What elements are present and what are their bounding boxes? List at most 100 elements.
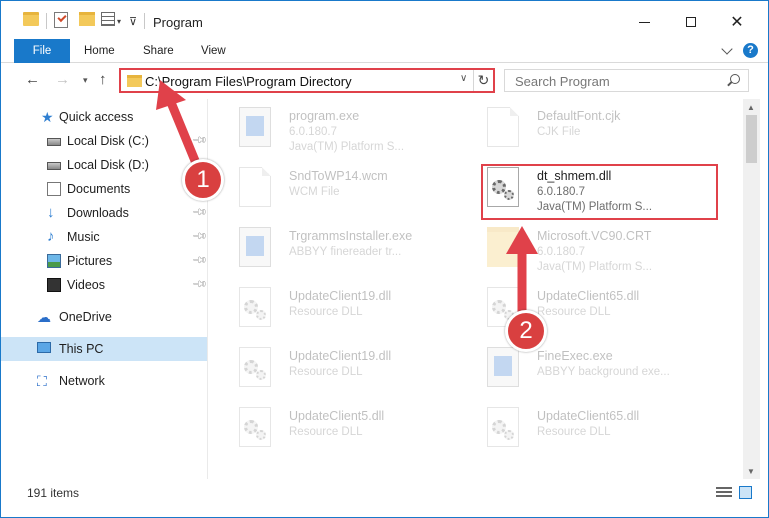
file-item-defaultfont-cjk[interactable]: DefaultFont.cjk CJK File [465, 101, 705, 157]
file-item-microsoft-vc90-crt[interactable]: Microsoft.VC90.CRT 6.0.180.7 Java(TM) Pl… [465, 221, 705, 277]
file-name: UpdateClient65.dll [537, 289, 640, 303]
file-item-program-exe[interactable]: program.exe 6.0.180.7 Java(TM) Platform … [217, 101, 457, 157]
file-item-updateclient19-dll[interactable]: UpdateClient19.dll Resource DLL [217, 281, 457, 337]
pin-icon: 📌︎ [190, 276, 208, 293]
sidebar-item-label: OneDrive [59, 310, 112, 324]
file-name: UpdateClient65.dll [537, 409, 640, 423]
sidebar-item-label: Local Disk (D:) [67, 158, 149, 172]
file-item-sndtowp14-wcm[interactable]: SndToWP14.wcm WCM File [217, 161, 457, 217]
sidebar-item-label: Documents [67, 182, 131, 196]
file-list: program.exe 6.0.180.7 Java(TM) Platform … [209, 99, 743, 461]
customize-quick-access-icon[interactable]: ⊽ [129, 12, 137, 30]
large-icons-view-icon[interactable] [739, 486, 752, 499]
sidebar-item-onedrive[interactable]: ☁ OneDrive [1, 305, 207, 329]
step-2-badge: 2 [505, 310, 547, 352]
file-item-fineexec-exe[interactable]: FineExec.exe ABBYY background exe... [465, 341, 705, 397]
gear-icon [256, 370, 266, 380]
sidebar-item-label: Pictures [67, 254, 113, 268]
folder-icon [487, 227, 519, 267]
file-item-updateclient65-dll[interactable]: UpdateClient65.dll Resource DLL [465, 401, 705, 457]
properties-icon[interactable] [101, 12, 115, 26]
exe-icon [239, 227, 271, 267]
refresh-icon[interactable]: ↻ [473, 70, 493, 91]
file-description: ABBYY finereader tr... [289, 246, 402, 258]
search-placeholder: Search Program [515, 74, 610, 89]
file-item-updateclient19-dll[interactable]: UpdateClient19.dll Resource DLL [217, 341, 457, 397]
sidebar-item-pictures[interactable]: Pictures 📌︎ [1, 249, 208, 273]
file-description: Java(TM) Platform S... [537, 261, 653, 273]
star-icon: ★ [41, 109, 54, 125]
sidebar-item-label: This PC [59, 342, 104, 356]
sidebar-item-music[interactable]: ♪ Music 📌︎ [1, 225, 208, 249]
minimize-button[interactable] [621, 7, 667, 37]
recent-locations-icon[interactable]: ▾ [83, 75, 88, 86]
up-arrow-icon[interactable]: ↑ [99, 71, 107, 88]
file-name: Microsoft.VC90.CRT [537, 229, 652, 243]
back-arrow-icon[interactable]: ← [25, 71, 40, 88]
pin-icon: 📌︎ [190, 252, 208, 269]
properties-check-icon[interactable] [54, 12, 68, 28]
file-name: UpdateClient19.dll [289, 289, 392, 303]
search-input[interactable]: Search Program [504, 69, 749, 92]
file-item-updateclient5-dll[interactable]: UpdateClient5.dll Resource DLL [217, 401, 457, 457]
sidebar-item-local-disk-c[interactable]: Local Disk (C:) 📌︎ [1, 129, 208, 153]
address-path[interactable]: C:\Program Files\Program Directory [145, 74, 352, 89]
chevron-down-icon[interactable]: ▾ [117, 12, 121, 30]
new-folder-icon[interactable] [79, 12, 95, 26]
file-type: Resource DLL [537, 426, 611, 438]
address-bar[interactable]: C:\Program Files\Program Directory ∨ ↻ [119, 68, 495, 93]
chevron-down-icon[interactable]: ∨ [460, 73, 467, 84]
sidebar-item-network[interactable]: ⛶ Network [1, 369, 207, 393]
gear-icon [256, 430, 266, 440]
sidebar-item-documents[interactable]: Documents 📌︎ [1, 177, 208, 201]
exe-icon [487, 347, 519, 387]
navigation-bar: ← → ▾ ↑ C:\Program Files\Program Directo… [1, 63, 768, 99]
pin-icon: 📌︎ [190, 132, 208, 149]
videos-icon [47, 278, 61, 292]
status-bar: 191 items [1, 479, 768, 517]
dll-gear-icon [487, 407, 519, 447]
vertical-scrollbar[interactable]: ▲ ▼ [743, 99, 760, 479]
sidebar-item-this-pc[interactable]: This PC [1, 337, 207, 361]
file-item-trgrammsinstaller-exe[interactable]: TrgrammsInstaller.exe ABBYY finereader t… [217, 221, 457, 277]
scroll-up-icon[interactable]: ▲ [747, 103, 755, 112]
sidebar-item-label: Music [67, 230, 100, 244]
pin-icon: 📌︎ [190, 228, 208, 245]
sidebar-item-downloads[interactable]: ↓ Downloads 📌︎ [1, 201, 208, 225]
expand-ribbon-icon[interactable] [721, 43, 733, 55]
item-count: 191 items [27, 486, 80, 500]
file-type: CJK File [537, 126, 581, 138]
window-title: Program [153, 15, 203, 30]
tab-view[interactable]: View [201, 39, 226, 63]
close-button[interactable]: ✕ [714, 7, 760, 37]
tab-home[interactable]: Home [84, 39, 115, 63]
details-view-icon[interactable] [716, 487, 732, 499]
help-icon[interactable]: ? [743, 43, 758, 58]
step-1-badge: 1 [182, 159, 224, 201]
document-icon [239, 167, 271, 207]
pictures-icon [47, 254, 61, 268]
file-version: 6.0.180.7 [289, 126, 337, 138]
dll-gear-icon [239, 347, 271, 387]
scroll-down-icon[interactable]: ▼ [747, 467, 755, 476]
tab-file[interactable]: File [14, 39, 70, 63]
gear-icon [256, 310, 266, 320]
sidebar-item-label: Videos [67, 278, 105, 292]
file-explorer-window: ▾ ⊽ Program ✕ File Home Share View ? ← →… [0, 0, 769, 518]
maximize-button[interactable] [668, 7, 714, 37]
file-item-updateclient65-dll[interactable]: UpdateClient65.dll Resource DLL [465, 281, 705, 337]
title-bar: ▾ ⊽ Program ✕ [1, 1, 768, 39]
close-icon: ✕ [730, 14, 744, 31]
document-icon [487, 107, 519, 147]
maximize-icon [686, 17, 696, 27]
sidebar-item-local-disk-d[interactable]: Local Disk (D:) [1, 153, 207, 177]
sidebar-item-videos[interactable]: Videos 📌︎ [1, 273, 208, 297]
tab-share[interactable]: Share [143, 39, 174, 63]
sidebar-item-quick-access[interactable]: ★ Quick access [1, 105, 207, 129]
file-type: Resource DLL [289, 366, 363, 378]
scrollbar-thumb[interactable] [746, 115, 757, 163]
forward-arrow-icon[interactable]: → [55, 71, 70, 88]
file-type: Resource DLL [289, 426, 363, 438]
file-description: Java(TM) Platform S... [289, 141, 405, 153]
dll-gear-icon [239, 287, 271, 327]
